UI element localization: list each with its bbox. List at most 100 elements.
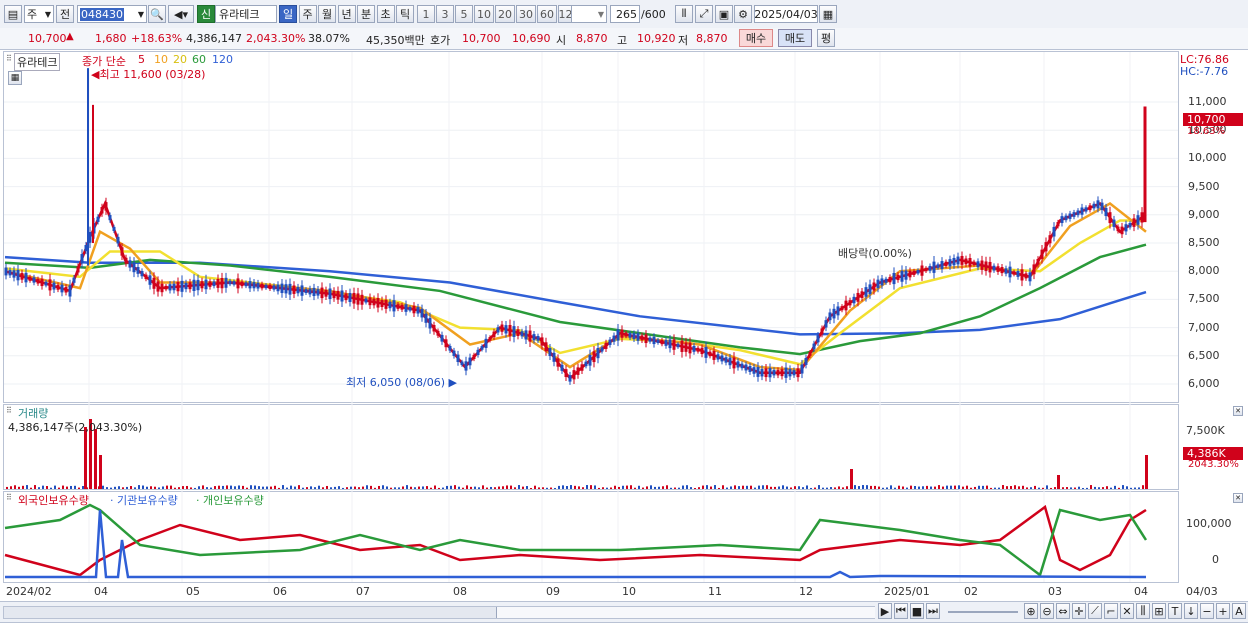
down-arrow-icon[interactable]: ↓ [1184, 603, 1198, 619]
candle-body [128, 260, 132, 268]
price-tick-5: 8,500 [1188, 236, 1220, 249]
volume-bar [1046, 485, 1048, 489]
stop-icon[interactable]: ■ [910, 603, 924, 619]
crosshair-icon[interactable]: ✛ [1072, 603, 1086, 619]
zoom-out-icon[interactable]: ⊖ [1040, 603, 1054, 619]
volume-bar [282, 485, 284, 489]
volume-bar [382, 485, 384, 489]
candle-body [264, 284, 268, 289]
zoom-slider[interactable] [948, 611, 1018, 613]
candle-body [696, 347, 700, 352]
candle-body [1056, 222, 1060, 227]
candle-body [776, 370, 780, 376]
candle-body [536, 335, 540, 341]
candle-body [676, 343, 680, 348]
volume-bar [786, 486, 788, 489]
minus-icon[interactable]: − [1200, 603, 1214, 619]
font-size-icon[interactable]: A [1232, 603, 1246, 619]
grip-icon: ⠿ [6, 406, 12, 415]
candle-body [208, 281, 212, 287]
volume-bar [1026, 487, 1028, 489]
volume-bar [930, 486, 932, 489]
volume-bar [982, 485, 984, 489]
candle-body [196, 279, 200, 291]
price-tick-10: 6,000 [1188, 377, 1220, 390]
candle-body [60, 284, 64, 293]
volume-bar [694, 487, 696, 489]
plus-icon[interactable]: + [1216, 603, 1230, 619]
candle-body [872, 282, 876, 291]
stock-tag[interactable]: 유라테크 [14, 53, 61, 71]
volume-bar [990, 487, 992, 489]
close-icon[interactable]: ✕ [1233, 493, 1243, 503]
candle-body [1140, 212, 1144, 223]
text-icon[interactable]: T [1168, 603, 1182, 619]
scroll-thumb[interactable] [496, 607, 875, 618]
x-tick-3: 06 [273, 585, 287, 598]
volume-bar [146, 486, 148, 489]
grid-icon[interactable]: ⊞ [1152, 603, 1166, 619]
volume-bar [1018, 486, 1020, 489]
candle-body [420, 308, 424, 318]
volume-bar [386, 486, 388, 489]
candle-body [940, 261, 944, 269]
volume-bar [798, 486, 800, 489]
candle-body [812, 343, 816, 350]
last-icon[interactable]: ⏭ [926, 603, 940, 619]
volume-bar [462, 487, 464, 489]
volume-bar [1082, 487, 1084, 489]
candle-body [1068, 213, 1072, 219]
candle-body [176, 282, 180, 292]
candle-body [308, 288, 312, 295]
volume-bar [1022, 485, 1024, 489]
volume-bar [14, 485, 16, 489]
candle-body [364, 298, 368, 303]
volume-bar [1050, 487, 1052, 489]
candle-body [932, 261, 936, 273]
volume-bar [186, 485, 188, 489]
volume-bar [546, 487, 548, 489]
candle-body [1008, 266, 1012, 278]
volume-bar [738, 486, 740, 489]
candle-body [1108, 212, 1112, 224]
bracket-icon[interactable]: ⌐ [1104, 603, 1118, 619]
first-icon[interactable]: ⏮ [894, 603, 908, 619]
horizontal-scrollbar[interactable] [3, 606, 875, 619]
candle-body [336, 290, 340, 300]
volume-bar [378, 485, 380, 489]
volume-bar [318, 485, 320, 489]
volume-bar [1042, 487, 1044, 489]
volume-bar [934, 486, 936, 489]
volume-bar [158, 487, 160, 489]
volume-bar [578, 486, 580, 489]
close-icon[interactable]: ✕ [1233, 406, 1243, 416]
candle-body [160, 283, 164, 293]
candle-body [500, 324, 504, 332]
zoom-in-icon[interactable]: ⊕ [1024, 603, 1038, 619]
candle-body [372, 298, 376, 306]
x-tick-0: 2024/02 [6, 585, 52, 598]
volume-bar [602, 487, 604, 489]
volume-bar [306, 487, 308, 489]
candle-body [712, 350, 716, 360]
volume-bar [218, 485, 220, 489]
volume-bar [226, 485, 228, 489]
volume-bar [886, 487, 888, 489]
candle-body [656, 339, 660, 343]
volume-bar [510, 485, 512, 489]
vertical-icon[interactable]: ⫼ [1136, 603, 1150, 619]
candle-body [952, 257, 956, 266]
candle-body [968, 258, 972, 267]
pan-icon[interactable]: ⇔ [1056, 603, 1070, 619]
table-icon[interactable]: ▦ [8, 71, 22, 85]
candle-body [8, 270, 12, 276]
trend-icon[interactable]: ⟋ [1088, 603, 1102, 619]
volume-current-pct: 2043.30% [1188, 459, 1239, 470]
scroll-right-icon[interactable]: ▶ [878, 603, 892, 619]
volume-bar [466, 485, 468, 489]
candle-body [572, 370, 576, 380]
candle-body [48, 279, 52, 291]
volume-bar [84, 427, 87, 489]
candle-body [1112, 219, 1116, 227]
cross-icon[interactable]: ✕ [1120, 603, 1134, 619]
